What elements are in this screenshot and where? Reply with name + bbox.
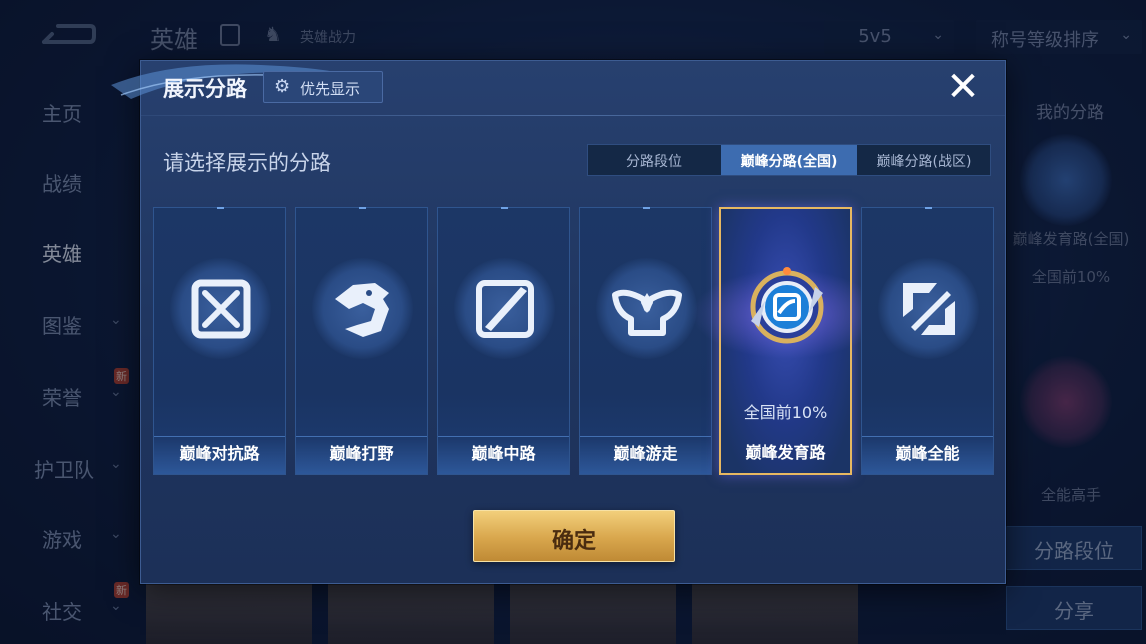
lane-card-name: 巅峰游走 xyxy=(613,444,678,463)
close-icon[interactable]: ✕ xyxy=(941,67,985,111)
gear-icon: ⚙ xyxy=(274,76,291,97)
confirm-button[interactable]: 确定 xyxy=(473,510,675,562)
divider xyxy=(141,115,1005,116)
tab-peak-national[interactable]: 巅峰分路(全国) xyxy=(721,145,857,175)
lane-tabs: 分路段位 巅峰分路(全国) 巅峰分路(战区) xyxy=(587,144,991,176)
lane-card-allround[interactable]: 巅峰全能 xyxy=(861,207,994,475)
lane-card-top[interactable]: 巅峰对抗路 xyxy=(153,207,286,475)
card-top-marker xyxy=(359,207,366,209)
marksman-badge-icon xyxy=(750,267,824,344)
tab-peak-region[interactable]: 巅峰分路(战区) xyxy=(858,145,990,175)
lane-card-name: 巅峰打野 xyxy=(329,444,394,463)
lane-card-mid[interactable]: 巅峰中路 xyxy=(437,207,570,475)
card-top-marker xyxy=(643,207,650,209)
allround-icon xyxy=(903,283,955,335)
lane-display-dialog: 展示分路 ⚙ 优先显示 ✕ 请选择展示的分路 分路段位 巅峰分路(全国) 巅峰分… xyxy=(111,60,1006,584)
lane-card-name: 巅峰全能 xyxy=(895,444,960,463)
lane-card-name: 巅峰中路 xyxy=(471,444,536,463)
priority-display-button[interactable]: ⚙ 优先显示 xyxy=(263,71,383,103)
lane-card-name: 巅峰发育路 xyxy=(745,443,826,462)
dialog-title: 展示分路 xyxy=(163,77,247,101)
tab-lane-rank[interactable]: 分路段位 xyxy=(588,145,720,175)
priority-display-label: 优先显示 xyxy=(300,80,361,98)
lane-card-marksman[interactable]: 全国前10% 巅峰发育路 xyxy=(691,207,884,475)
lane-card-jungle[interactable]: 巅峰打野 xyxy=(295,207,428,475)
lane-card-list: 巅峰对抗路 巅峰打野 巅峰中路 巅峰游走 全国前10% 巅峰发育路 巅峰全能 xyxy=(153,207,995,475)
crossed-swords-icon xyxy=(191,279,251,339)
diagonal-blade-icon xyxy=(476,280,534,338)
lane-card-rank: 全国前10% xyxy=(743,403,828,422)
dragon-icon xyxy=(335,283,389,337)
card-top-marker xyxy=(501,207,508,209)
dialog-subtitle: 请选择展示的分路 xyxy=(163,151,331,175)
wings-icon xyxy=(612,289,682,336)
lane-card-name: 巅峰对抗路 xyxy=(179,444,260,463)
card-top-marker xyxy=(925,207,932,209)
card-top-marker xyxy=(217,207,224,209)
